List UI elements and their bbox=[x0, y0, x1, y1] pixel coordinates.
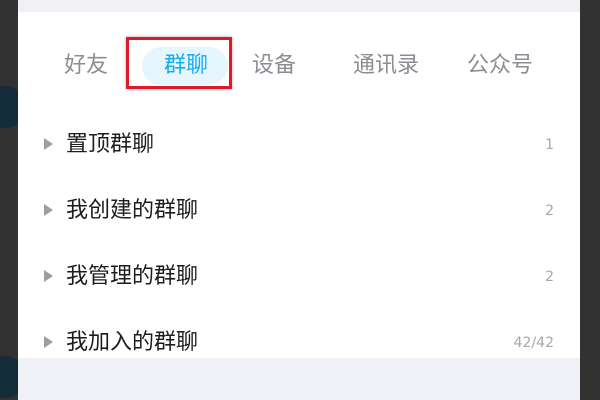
section-count: 2 bbox=[545, 203, 554, 219]
panel-footer bbox=[18, 358, 580, 400]
triangle-right-icon bbox=[44, 336, 53, 348]
tab-friends[interactable]: 好友 bbox=[52, 40, 120, 92]
section-label: 我管理的群聊 bbox=[66, 264, 199, 289]
section-label: 置顶群聊 bbox=[66, 132, 155, 157]
group-section-created[interactable]: 我创建的群聊 2 bbox=[18, 178, 580, 244]
section-count: 1 bbox=[545, 137, 554, 153]
contacts-card: 好友 群聊 设备 通讯录 公众号 置顶群聊 1 我创建的群聊 2 我管理的群聊 … bbox=[18, 12, 580, 358]
contact-tabs: 好友 群聊 设备 通讯录 公众号 bbox=[18, 40, 580, 92]
panel-top-strip bbox=[18, 0, 580, 12]
tab-address-book[interactable]: 通讯录 bbox=[340, 40, 432, 92]
group-section-pinned[interactable]: 置顶群聊 1 bbox=[18, 112, 580, 178]
triangle-right-icon bbox=[44, 138, 53, 150]
triangle-right-icon bbox=[44, 270, 53, 282]
tab-official-accounts[interactable]: 公众号 bbox=[460, 40, 540, 92]
section-label: 我创建的群聊 bbox=[66, 198, 199, 223]
tab-devices[interactable]: 设备 bbox=[240, 40, 308, 92]
contacts-panel: 好友 群聊 设备 通讯录 公众号 置顶群聊 1 我创建的群聊 2 我管理的群聊 … bbox=[18, 0, 580, 400]
group-section-managed[interactable]: 我管理的群聊 2 bbox=[18, 244, 580, 310]
section-count: 2 bbox=[545, 269, 554, 285]
triangle-right-icon bbox=[44, 204, 53, 216]
tab-highlight-box bbox=[126, 37, 232, 89]
